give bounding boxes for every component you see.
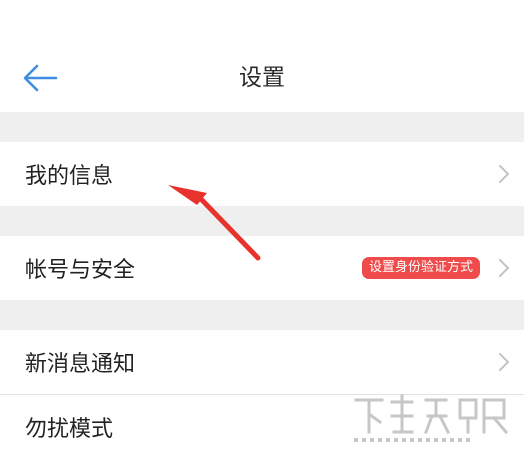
identity-verification-badge: 设置身份验证方式 xyxy=(361,257,480,279)
settings-row-new-message-notification[interactable]: 新消息通知 xyxy=(0,330,524,394)
app-header: 设置 xyxy=(0,0,524,112)
settings-row-my-info[interactable]: 我的信息 xyxy=(0,142,524,206)
row-label-new-message-notification: 新消息通知 xyxy=(25,352,136,377)
chevron-right-icon xyxy=(499,259,509,277)
settings-row-do-not-disturb[interactable]: 勿扰模式 xyxy=(0,395,524,452)
section-gap xyxy=(0,300,524,330)
section-gap xyxy=(0,112,524,142)
row-label-do-not-disturb: 勿扰模式 xyxy=(25,417,114,442)
row-label-my-info: 我的信息 xyxy=(25,164,114,189)
settings-row-account-security[interactable]: 帐号与安全 设置身份验证方式 xyxy=(0,236,524,300)
chevron-right-icon xyxy=(499,165,509,183)
row-label-account-security: 帐号与安全 xyxy=(25,258,136,283)
chevron-right-icon xyxy=(499,353,509,371)
page-title: 设置 xyxy=(239,65,285,91)
section-gap xyxy=(0,206,524,236)
